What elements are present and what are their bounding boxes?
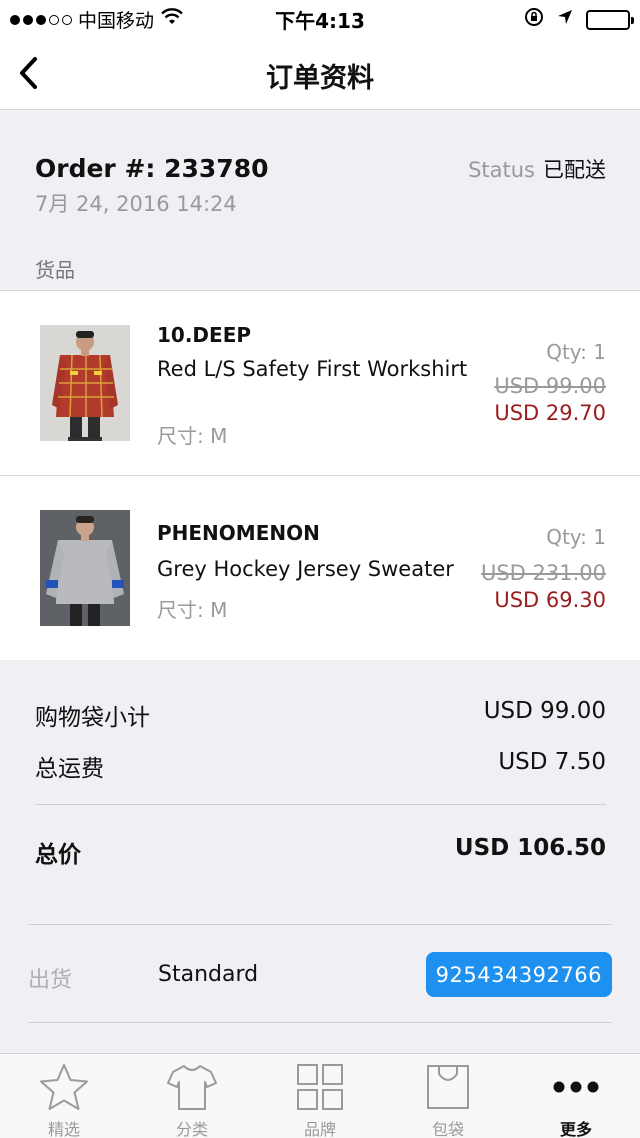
- shipping-row: 总运费 USD 7.50: [35, 749, 606, 783]
- subtotal-label: 购物袋小计: [35, 705, 150, 731]
- bag-icon: [384, 1062, 512, 1112]
- page-title: 订单资料: [266, 63, 374, 94]
- tab-bar: 精选 分类 品牌 包袋 更多: [0, 1053, 640, 1138]
- product-quantity: Qty: 1: [546, 525, 606, 549]
- star-icon: [0, 1062, 128, 1112]
- shipping-value: USD 7.50: [498, 749, 606, 775]
- tab-label: 更多: [559, 1120, 592, 1138]
- sale-price: USD 29.70: [494, 401, 606, 425]
- total-value: USD 106.50: [454, 835, 606, 861]
- product-name: Grey Hockey Jersey Sweater: [157, 557, 454, 581]
- items-section-label: 货品: [35, 258, 75, 282]
- list-item[interactable]: 10.DEEP Red L/S Safety First Workshirt 尺…: [0, 291, 640, 476]
- original-price: USD 99.00: [494, 374, 606, 398]
- sale-price: USD 69.30: [494, 588, 606, 612]
- order-header: Order #: 233780 7月 24, 2016 14:24 Status…: [0, 110, 640, 290]
- product-size: 尺寸: M: [157, 598, 228, 622]
- order-status: Status 已配送: [468, 154, 606, 184]
- tab-bag[interactable]: 包袋: [384, 1054, 512, 1138]
- tab-label: 包袋: [431, 1120, 464, 1138]
- original-price: USD 231.00: [480, 561, 606, 585]
- shipment-method: Standard: [158, 962, 259, 987]
- order-date: 7月 24, 2016 14:24: [35, 192, 237, 216]
- tab-label: 精选: [47, 1120, 80, 1138]
- tab-label: 分类: [175, 1120, 208, 1138]
- product-image: [40, 510, 130, 626]
- status-bar: 中国移动 下午4:13: [0, 0, 640, 36]
- product-brand: 10.DEEP: [157, 323, 252, 347]
- order-items-list: 10.DEEP Red L/S Safety First Workshirt 尺…: [0, 290, 640, 661]
- grid-icon: [256, 1062, 384, 1112]
- product-image: [40, 325, 130, 441]
- divider: [28, 1022, 612, 1023]
- location-icon: [556, 8, 574, 31]
- subtotal-value: USD 99.00: [483, 698, 606, 724]
- tab-categories[interactable]: 分类: [128, 1054, 256, 1138]
- product-brand: PHENOMENON: [157, 521, 320, 545]
- total-label: 总价: [35, 842, 81, 868]
- order-summary: 购物袋小计 USD 99.00 总运费 USD 7.50 总价 USD 106.…: [0, 660, 640, 1053]
- rotation-lock-icon: [524, 7, 544, 32]
- tab-brands[interactable]: 品牌: [256, 1054, 384, 1138]
- shipment-label: 出货: [28, 968, 73, 993]
- navigation-bar: 订单资料: [0, 36, 640, 110]
- product-name: Red L/S Safety First Workshirt: [157, 357, 468, 381]
- tracking-number-button[interactable]: 925434392766: [425, 952, 612, 997]
- status-bar-right: [524, 7, 634, 32]
- status-label: Status: [468, 158, 535, 182]
- tshirt-icon: [128, 1062, 256, 1112]
- divider: [35, 804, 606, 805]
- subtotal-row: 购物袋小计 USD 99.00: [35, 698, 606, 732]
- divider: [28, 924, 612, 925]
- total-row: 总价 USD 106.50: [35, 835, 606, 869]
- more-icon: [512, 1062, 640, 1112]
- list-item[interactable]: PHENOMENON Grey Hockey Jersey Sweater 尺寸…: [0, 476, 640, 660]
- tab-featured[interactable]: 精选: [0, 1054, 128, 1138]
- order-number: Order #: 233780: [35, 154, 269, 183]
- product-quantity: Qty: 1: [546, 340, 606, 364]
- battery-icon: [586, 9, 634, 30]
- tab-more[interactable]: 更多: [512, 1054, 640, 1138]
- product-size: 尺寸: M: [157, 424, 228, 448]
- status-value: 已配送: [543, 158, 606, 182]
- shipping-label: 总运费: [35, 756, 104, 782]
- tab-label: 品牌: [303, 1120, 336, 1138]
